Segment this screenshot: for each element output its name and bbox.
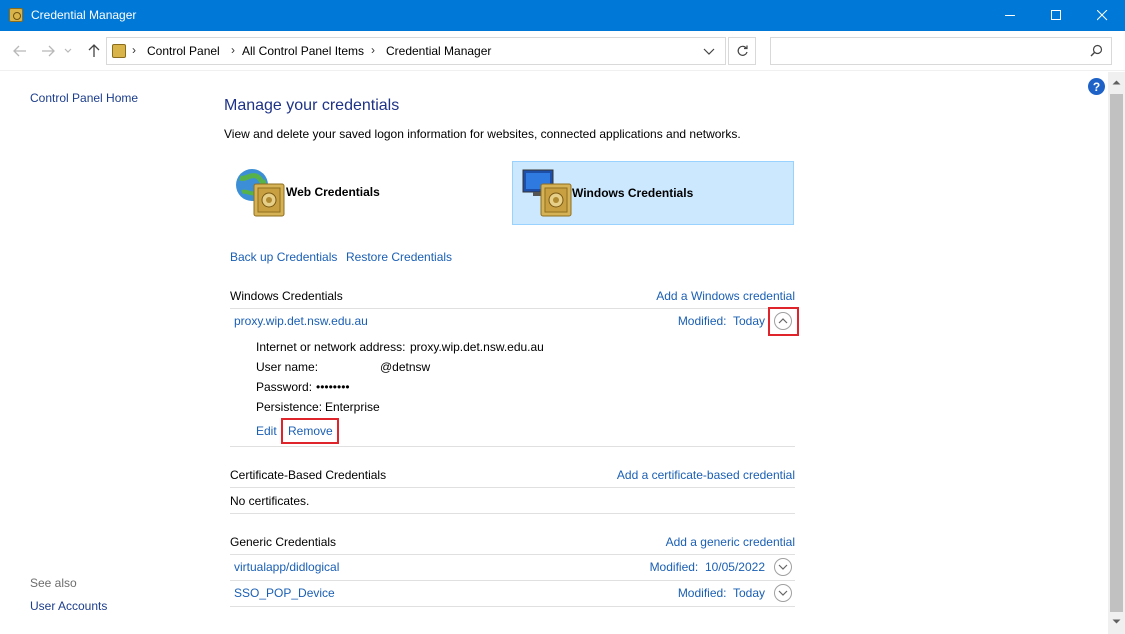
close-icon [1096,10,1107,21]
divider [230,308,795,309]
password-value: •••••••• [316,380,350,394]
credential-manager-icon [9,8,23,22]
help-icon[interactable]: ? [1088,78,1105,95]
breadcrumb-credential-manager[interactable]: Credential Manager [386,44,491,58]
web-credentials-icon [236,169,285,217]
divider [230,487,795,488]
divider [230,446,795,447]
add-certificate-credential-link[interactable]: Add a certificate-based credential [617,468,795,482]
minimize-icon [1004,15,1015,16]
control-panel-icon [112,44,126,58]
scrollbar-thumb[interactable] [1110,94,1123,612]
refresh-button[interactable] [728,37,756,65]
generic-credentials-section-title: Generic Credentials [230,535,337,549]
address-value: proxy.wip.det.nsw.edu.au [410,340,544,354]
page-title: Manage your credentials [224,97,400,114]
address-bar[interactable]: › Control Panel › All Control Panel Item… [106,37,726,65]
divider [230,513,795,514]
divider [230,554,795,555]
credential-modified: Modified: 10/05/2022 [650,560,765,574]
tab-windows-credentials[interactable]: Windows Credentials [512,161,794,225]
modified-label: Modified: [677,314,727,328]
forward-arrow-icon [42,45,55,57]
modified-value: Today [732,314,765,328]
breadcrumb-all-items[interactable]: All Control Panel Items [242,44,364,58]
divider [230,580,795,581]
persistence-label: Persistence: [256,400,323,414]
chevron-right-icon[interactable]: › [132,43,136,57]
expand-credential-button[interactable] [774,584,792,602]
divider [230,606,795,607]
username-label: User name: [256,360,319,374]
highlight-box [768,307,799,336]
control-panel-home-link[interactable]: Control Panel Home [30,91,138,105]
web-credentials-label: Web Credentials [286,185,380,199]
add-generic-credential-link[interactable]: Add a generic credential [666,535,795,549]
navigation-bar: › Control Panel › All Control Panel Item… [0,31,1125,71]
chevron-down-icon [778,590,788,596]
expand-credential-button[interactable] [774,558,792,576]
title-bar: Credential Manager [0,0,1125,31]
certificate-credentials-section-title: Certificate-Based Credentials [230,468,387,482]
restore-credentials-link[interactable]: Restore Credentials [346,250,452,264]
up-arrow-icon [88,44,100,57]
search-input[interactable] [770,37,1112,65]
windows-credentials-section-title: Windows Credentials [230,289,343,303]
refresh-icon [737,45,748,56]
chevron-down-icon [703,48,715,55]
credential-modified: Modified: Today [678,586,765,600]
recent-locations-button[interactable] [62,42,74,60]
user-accounts-link[interactable]: User Accounts [30,599,107,613]
scroll-down-icon [1112,619,1121,624]
chevron-right-icon[interactable]: › [371,43,375,57]
tab-web-credentials[interactable]: Web Credentials [232,161,502,225]
close-button[interactable] [1079,0,1125,31]
credential-virtualapp-name[interactable]: virtualapp/didlogical [234,560,339,574]
persistence-value: Enterprise [325,400,380,414]
credential-modified: Modified: Today [678,314,765,328]
scroll-up-icon [1112,80,1121,85]
modified-value: Today [732,586,765,600]
back-up-credentials-link[interactable]: Back up Credentials [230,250,337,264]
no-certificates-text: No certificates. [230,494,310,508]
maximize-button[interactable] [1033,0,1079,31]
modified-label: Modified: [649,560,699,574]
forward-button[interactable] [39,42,57,60]
minimize-button[interactable] [987,0,1033,31]
password-label: Password: [256,380,313,394]
credential-proxy-wip-name[interactable]: proxy.wip.det.nsw.edu.au [234,314,368,328]
username-value: @detnsw [380,360,431,374]
maximize-icon [1050,10,1061,20]
add-windows-credential-link[interactable]: Add a Windows credential [656,289,795,303]
up-button[interactable] [85,42,103,60]
edit-credential-link[interactable]: Edit [256,424,277,438]
back-arrow-icon [13,45,26,57]
address-label: Internet or network address: [256,340,406,354]
modified-value: 10/05/2022 [704,560,765,574]
credential-sso-pop-device-name[interactable]: SSO_POP_Device [234,586,335,600]
windows-credentials-icon [522,169,572,217]
windows-credentials-label: Windows Credentials [572,186,694,200]
highlight-box [281,418,339,444]
back-button[interactable] [11,42,29,60]
window-title: Credential Manager [31,8,137,22]
breadcrumb-control-panel[interactable]: Control Panel [147,44,220,58]
address-dropdown-button[interactable] [703,46,715,60]
chevron-down-icon [778,564,788,570]
chevron-right-icon[interactable]: › [231,43,235,57]
see-also-label: See also [30,576,77,590]
page-description: View and delete your saved logon informa… [224,127,741,141]
chevron-down-icon [64,48,72,53]
search-icon [1090,44,1103,57]
vertical-scrollbar[interactable] [1108,72,1125,634]
modified-label: Modified: [677,586,727,600]
